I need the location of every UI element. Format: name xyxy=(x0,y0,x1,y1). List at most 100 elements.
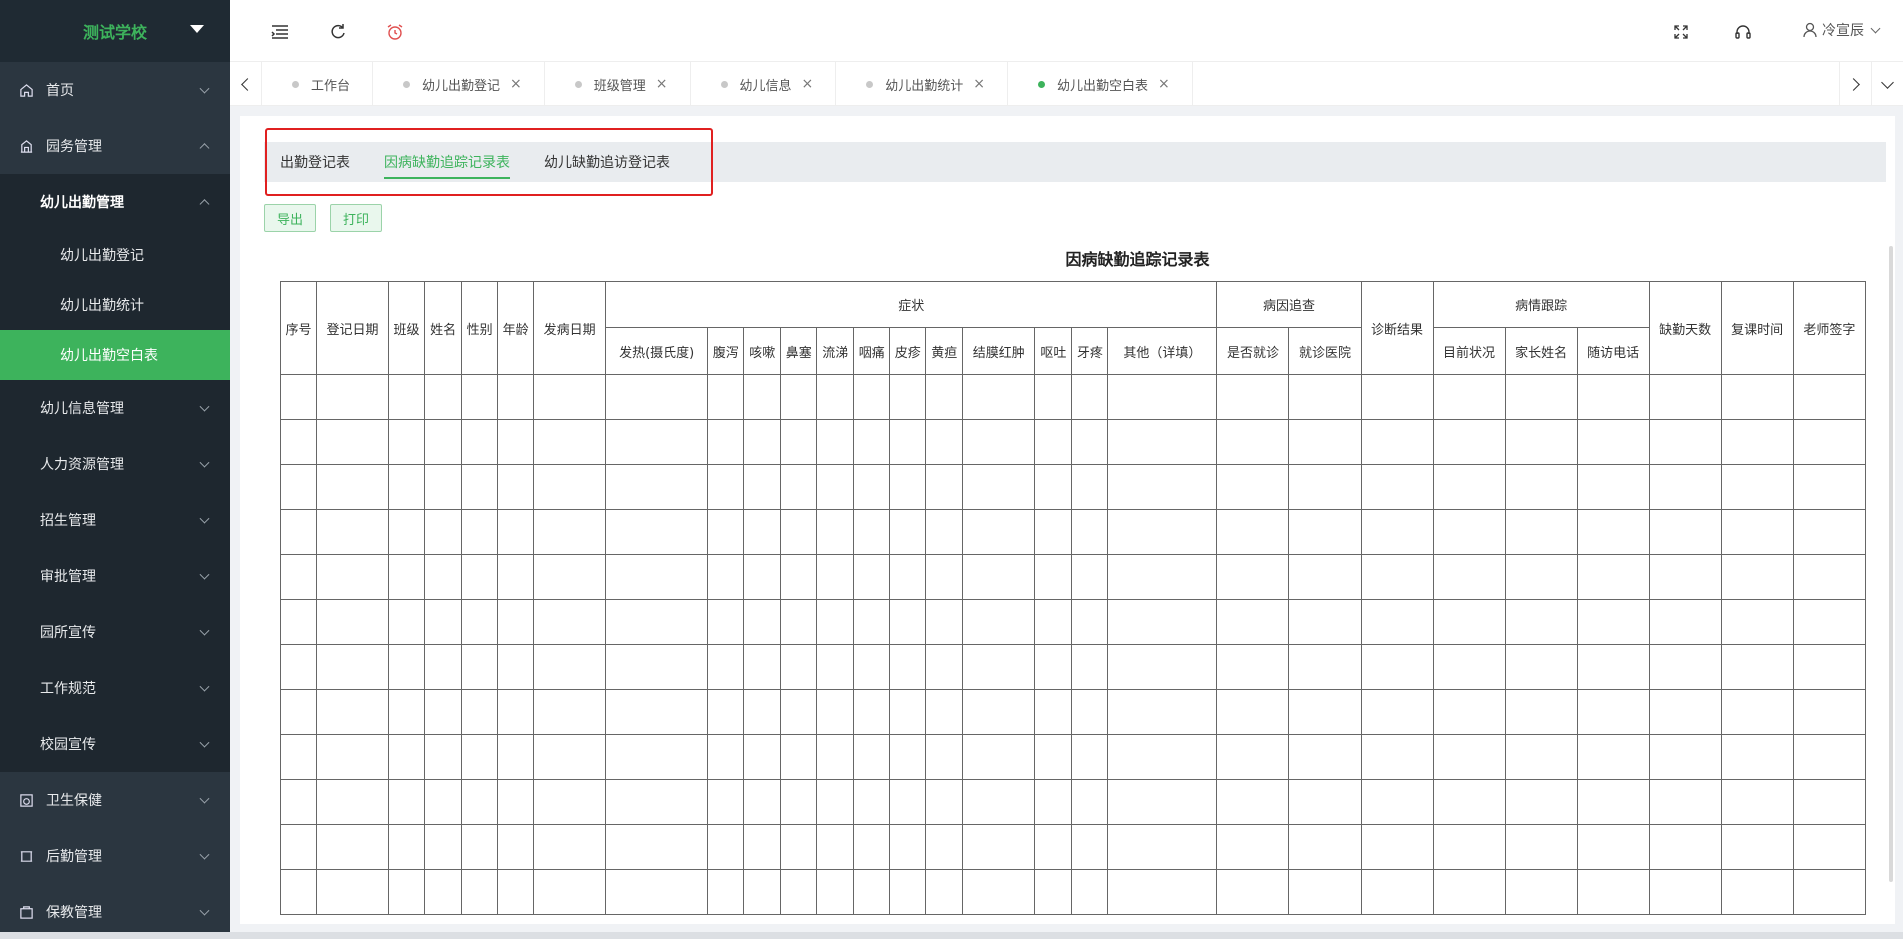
alarm-icon[interactable] xyxy=(385,22,405,42)
tags-bar: 工作台 幼儿出勤登记 × 班级管理 × 幼儿信息 × 幼儿出勤统计 × 幼儿出勤… xyxy=(230,62,1903,106)
table-cell xyxy=(707,374,745,420)
table-cell xyxy=(925,689,964,735)
table-cell xyxy=(461,869,499,915)
table-cell xyxy=(388,779,426,825)
table-cell xyxy=(780,509,818,555)
table-cell xyxy=(962,824,1036,870)
table-cell xyxy=(1107,779,1218,825)
table-body xyxy=(279,374,1867,915)
table-cell xyxy=(533,419,607,465)
vertical-scrollbar[interactable] xyxy=(1889,246,1893,882)
sidebar-item-campus-promo[interactable]: 校园宣传 xyxy=(0,716,230,772)
table-cell xyxy=(707,644,745,690)
table-cell xyxy=(1107,464,1218,510)
tags-prev-button[interactable] xyxy=(230,62,262,106)
table-cell xyxy=(316,734,390,780)
table-cell xyxy=(1792,599,1867,645)
table-cell xyxy=(1288,374,1362,420)
close-icon[interactable]: × xyxy=(973,76,985,92)
table-cell xyxy=(707,734,745,780)
sidebar-item-home[interactable]: 首页 xyxy=(0,62,230,118)
table-cell xyxy=(1720,374,1794,420)
sidebar-item-attendance-register[interactable]: 幼儿出勤登记 xyxy=(0,230,230,280)
table-cell xyxy=(1648,509,1722,555)
menu-fold-icon[interactable] xyxy=(270,22,290,42)
refresh-icon[interactable] xyxy=(328,22,348,42)
tags-more-button[interactable] xyxy=(1871,62,1903,106)
teaching-icon xyxy=(18,904,34,920)
tags-next-button[interactable] xyxy=(1839,62,1871,106)
tag-attendance-blank[interactable]: 幼儿出勤空白表 × xyxy=(1008,62,1193,106)
table-cell xyxy=(1720,464,1794,510)
export-button[interactable]: 导出 xyxy=(264,204,317,232)
table-header-row: 序号 登记日期 班级 姓名 性别 年龄 发病日期 症状 病因追查 诊断结果 病情… xyxy=(279,281,1867,375)
tag-attendance-register[interactable]: 幼儿出勤登记 × xyxy=(373,62,545,106)
table-cell xyxy=(1648,464,1722,510)
tag-workbench[interactable]: 工作台 xyxy=(262,62,374,106)
caret-down-icon[interactable] xyxy=(190,25,204,33)
table-cell xyxy=(1071,734,1109,780)
table-cell xyxy=(1216,374,1290,420)
table-cell xyxy=(279,689,318,735)
sidebar-item-hr[interactable]: 人力资源管理 xyxy=(0,436,230,492)
table-cell xyxy=(1792,869,1867,915)
tag-attendance-stats[interactable]: 幼儿出勤统计 × xyxy=(836,62,1009,106)
sidebar-item-attendance-blank[interactable]: 幼儿出勤空白表 xyxy=(0,330,230,380)
table-cell xyxy=(816,869,855,915)
table-cell xyxy=(1504,644,1578,690)
close-icon[interactable]: × xyxy=(510,76,522,92)
close-icon[interactable]: × xyxy=(1158,76,1170,92)
table-cell xyxy=(780,419,818,465)
table-cell xyxy=(424,734,463,780)
table-cell xyxy=(853,644,891,690)
close-icon[interactable]: × xyxy=(656,76,668,92)
sidebar-item-child-info[interactable]: 幼儿信息管理 xyxy=(0,380,230,436)
sidebar-item-work-rules[interactable]: 工作规范 xyxy=(0,660,230,716)
headset-icon[interactable] xyxy=(1733,22,1753,42)
table-cell xyxy=(1288,464,1362,510)
tag-label: 班级管理 xyxy=(593,78,646,94)
table-cell xyxy=(743,869,782,915)
tag-class-management[interactable]: 班级管理 × xyxy=(545,62,691,106)
tag-child-info[interactable]: 幼儿信息 × xyxy=(691,62,837,106)
table-cell xyxy=(316,464,390,510)
table-cell xyxy=(388,374,426,420)
table-cell xyxy=(1288,509,1362,555)
sidebar-item-attendance[interactable]: 幼儿出勤管理 xyxy=(0,174,230,230)
table-cell xyxy=(1432,734,1506,780)
th-gender: 性别 xyxy=(461,281,499,375)
table-cell xyxy=(1792,734,1867,780)
horizontal-scrollbar[interactable] xyxy=(0,932,1903,939)
chevron-down-icon xyxy=(199,569,210,580)
table-cell xyxy=(533,599,607,645)
school-switcher[interactable]: 测试学校 xyxy=(0,0,230,62)
table-cell xyxy=(1648,779,1722,825)
sidebar-item-affairs[interactable]: 园务管理 xyxy=(0,118,230,174)
table-cell xyxy=(1216,509,1290,555)
table-cell xyxy=(424,419,463,465)
sidebar-item-health[interactable]: 卫生保健 xyxy=(0,772,230,828)
table-cell xyxy=(1648,554,1722,600)
sidebar-item-teaching[interactable]: 保教管理 xyxy=(0,884,230,939)
table-row xyxy=(279,419,1867,465)
main-content: 出勤登记表 因病缺勤追踪记录表 幼儿缺勤追访登记表 导出 打印 因病缺勤追踪记录… xyxy=(240,116,1895,924)
th-age: 年龄 xyxy=(497,281,535,375)
sidebar-item-enrollment[interactable]: 招生管理 xyxy=(0,492,230,548)
table-cell xyxy=(889,374,927,420)
sidebar-item-logistics[interactable]: 后勤管理 xyxy=(0,828,230,884)
table-cell xyxy=(780,824,818,870)
table-cell xyxy=(316,689,390,735)
table-cell xyxy=(497,374,535,420)
sidebar-item-attendance-stats[interactable]: 幼儿出勤统计 xyxy=(0,280,230,330)
table-cell xyxy=(279,869,318,915)
sidebar-item-promotion[interactable]: 园所宣传 xyxy=(0,604,230,660)
table-row xyxy=(279,599,1867,645)
fullscreen-icon[interactable] xyxy=(1671,22,1691,42)
user-menu[interactable]: 冷宣辰 xyxy=(1802,20,1881,40)
table-cell xyxy=(1504,374,1578,420)
close-icon[interactable]: × xyxy=(802,76,814,92)
print-button[interactable]: 打印 xyxy=(330,204,383,232)
sidebar-item-approval[interactable]: 审批管理 xyxy=(0,548,230,604)
chevron-down-icon xyxy=(199,401,210,412)
table-cell xyxy=(743,464,782,510)
